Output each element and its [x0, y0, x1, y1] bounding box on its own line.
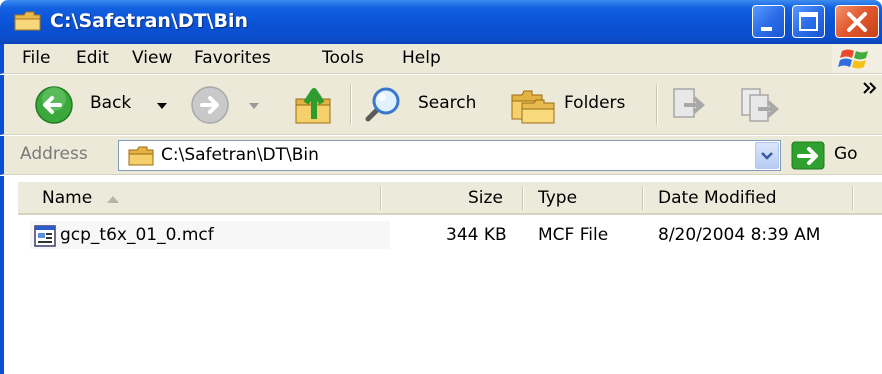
forward-dropdown-icon[interactable] — [248, 101, 260, 111]
minimize-icon — [761, 27, 772, 31]
address-label: Address — [20, 144, 88, 164]
column-header-type[interactable]: Type — [538, 188, 577, 208]
folder-icon — [14, 11, 41, 31]
address-bar: Address C:\Safetran\DT\Bin Go — [0, 136, 882, 175]
window-title: C:\Safetran\DT\Bin — [50, 10, 249, 32]
folder-icon — [128, 146, 154, 166]
menu-edit[interactable]: Edit — [76, 48, 109, 68]
address-input[interactable]: C:\Safetran\DT\Bin — [118, 140, 781, 171]
maximize-icon — [799, 12, 818, 31]
forward-arrow-icon — [191, 86, 229, 124]
folders-label: Folders — [564, 93, 626, 113]
move-to-icon[interactable] — [670, 85, 710, 125]
go-label: Go — [834, 144, 858, 164]
go-arrow-icon — [791, 141, 825, 170]
close-icon — [847, 12, 867, 32]
search-icon — [365, 87, 400, 122]
search-button[interactable]: Search — [360, 83, 490, 127]
windows-logo-icon — [832, 45, 882, 73]
file-type: MCF File — [538, 225, 609, 245]
menu-file[interactable]: File — [22, 48, 50, 68]
menu-favorites[interactable]: Favorites — [194, 48, 271, 68]
address-dropdown-button[interactable] — [755, 142, 779, 169]
column-header-date-modified[interactable]: Date Modified — [658, 188, 777, 208]
address-value: C:\Safetran\DT\Bin — [161, 145, 319, 165]
close-button[interactable] — [835, 5, 879, 38]
back-label: Back — [90, 93, 132, 113]
back-dropdown-icon[interactable] — [156, 101, 168, 111]
forward-button[interactable] — [190, 83, 270, 127]
menu-bar: File Edit View Favorites Tools Help — [0, 44, 882, 74]
column-header-name[interactable]: Name — [42, 188, 92, 208]
file-size: 344 KB — [446, 225, 507, 245]
back-arrow-icon — [35, 86, 73, 124]
search-label: Search — [418, 93, 477, 113]
minimize-button[interactable] — [752, 5, 785, 38]
maximize-button[interactable] — [792, 5, 825, 38]
back-button[interactable]: Back — [34, 83, 174, 127]
menu-tools[interactable]: Tools — [322, 48, 364, 68]
more-chevron-icon[interactable] — [862, 81, 878, 95]
chevron-down-icon — [761, 152, 773, 160]
folders-button[interactable]: Folders — [508, 83, 640, 127]
folder-up-icon[interactable] — [292, 83, 336, 127]
file-icon — [34, 225, 56, 247]
column-header-row: Name Size Type Date Modified — [18, 182, 882, 215]
title-bar[interactable]: C:\Safetran\DT\Bin — [0, 0, 882, 44]
file-name: gcp_t6x_01_0.mcf — [60, 225, 214, 245]
menu-view[interactable]: View — [132, 48, 172, 68]
file-list-view[interactable]: Name Size Type Date Modified gcp_t6x_01_… — [0, 176, 882, 374]
table-row[interactable]: gcp_t6x_01_0.mcf 344 KB MCF File 8/20/20… — [18, 220, 882, 252]
folders-icon — [511, 90, 555, 124]
menu-help[interactable]: Help — [402, 48, 441, 68]
file-date-modified: 8/20/2004 8:39 AM — [658, 225, 821, 245]
column-header-size[interactable]: Size — [468, 188, 503, 208]
sort-ascending-icon — [107, 196, 119, 203]
copy-to-icon[interactable] — [738, 85, 782, 125]
standard-toolbar: Back Search Folders — [0, 75, 882, 135]
